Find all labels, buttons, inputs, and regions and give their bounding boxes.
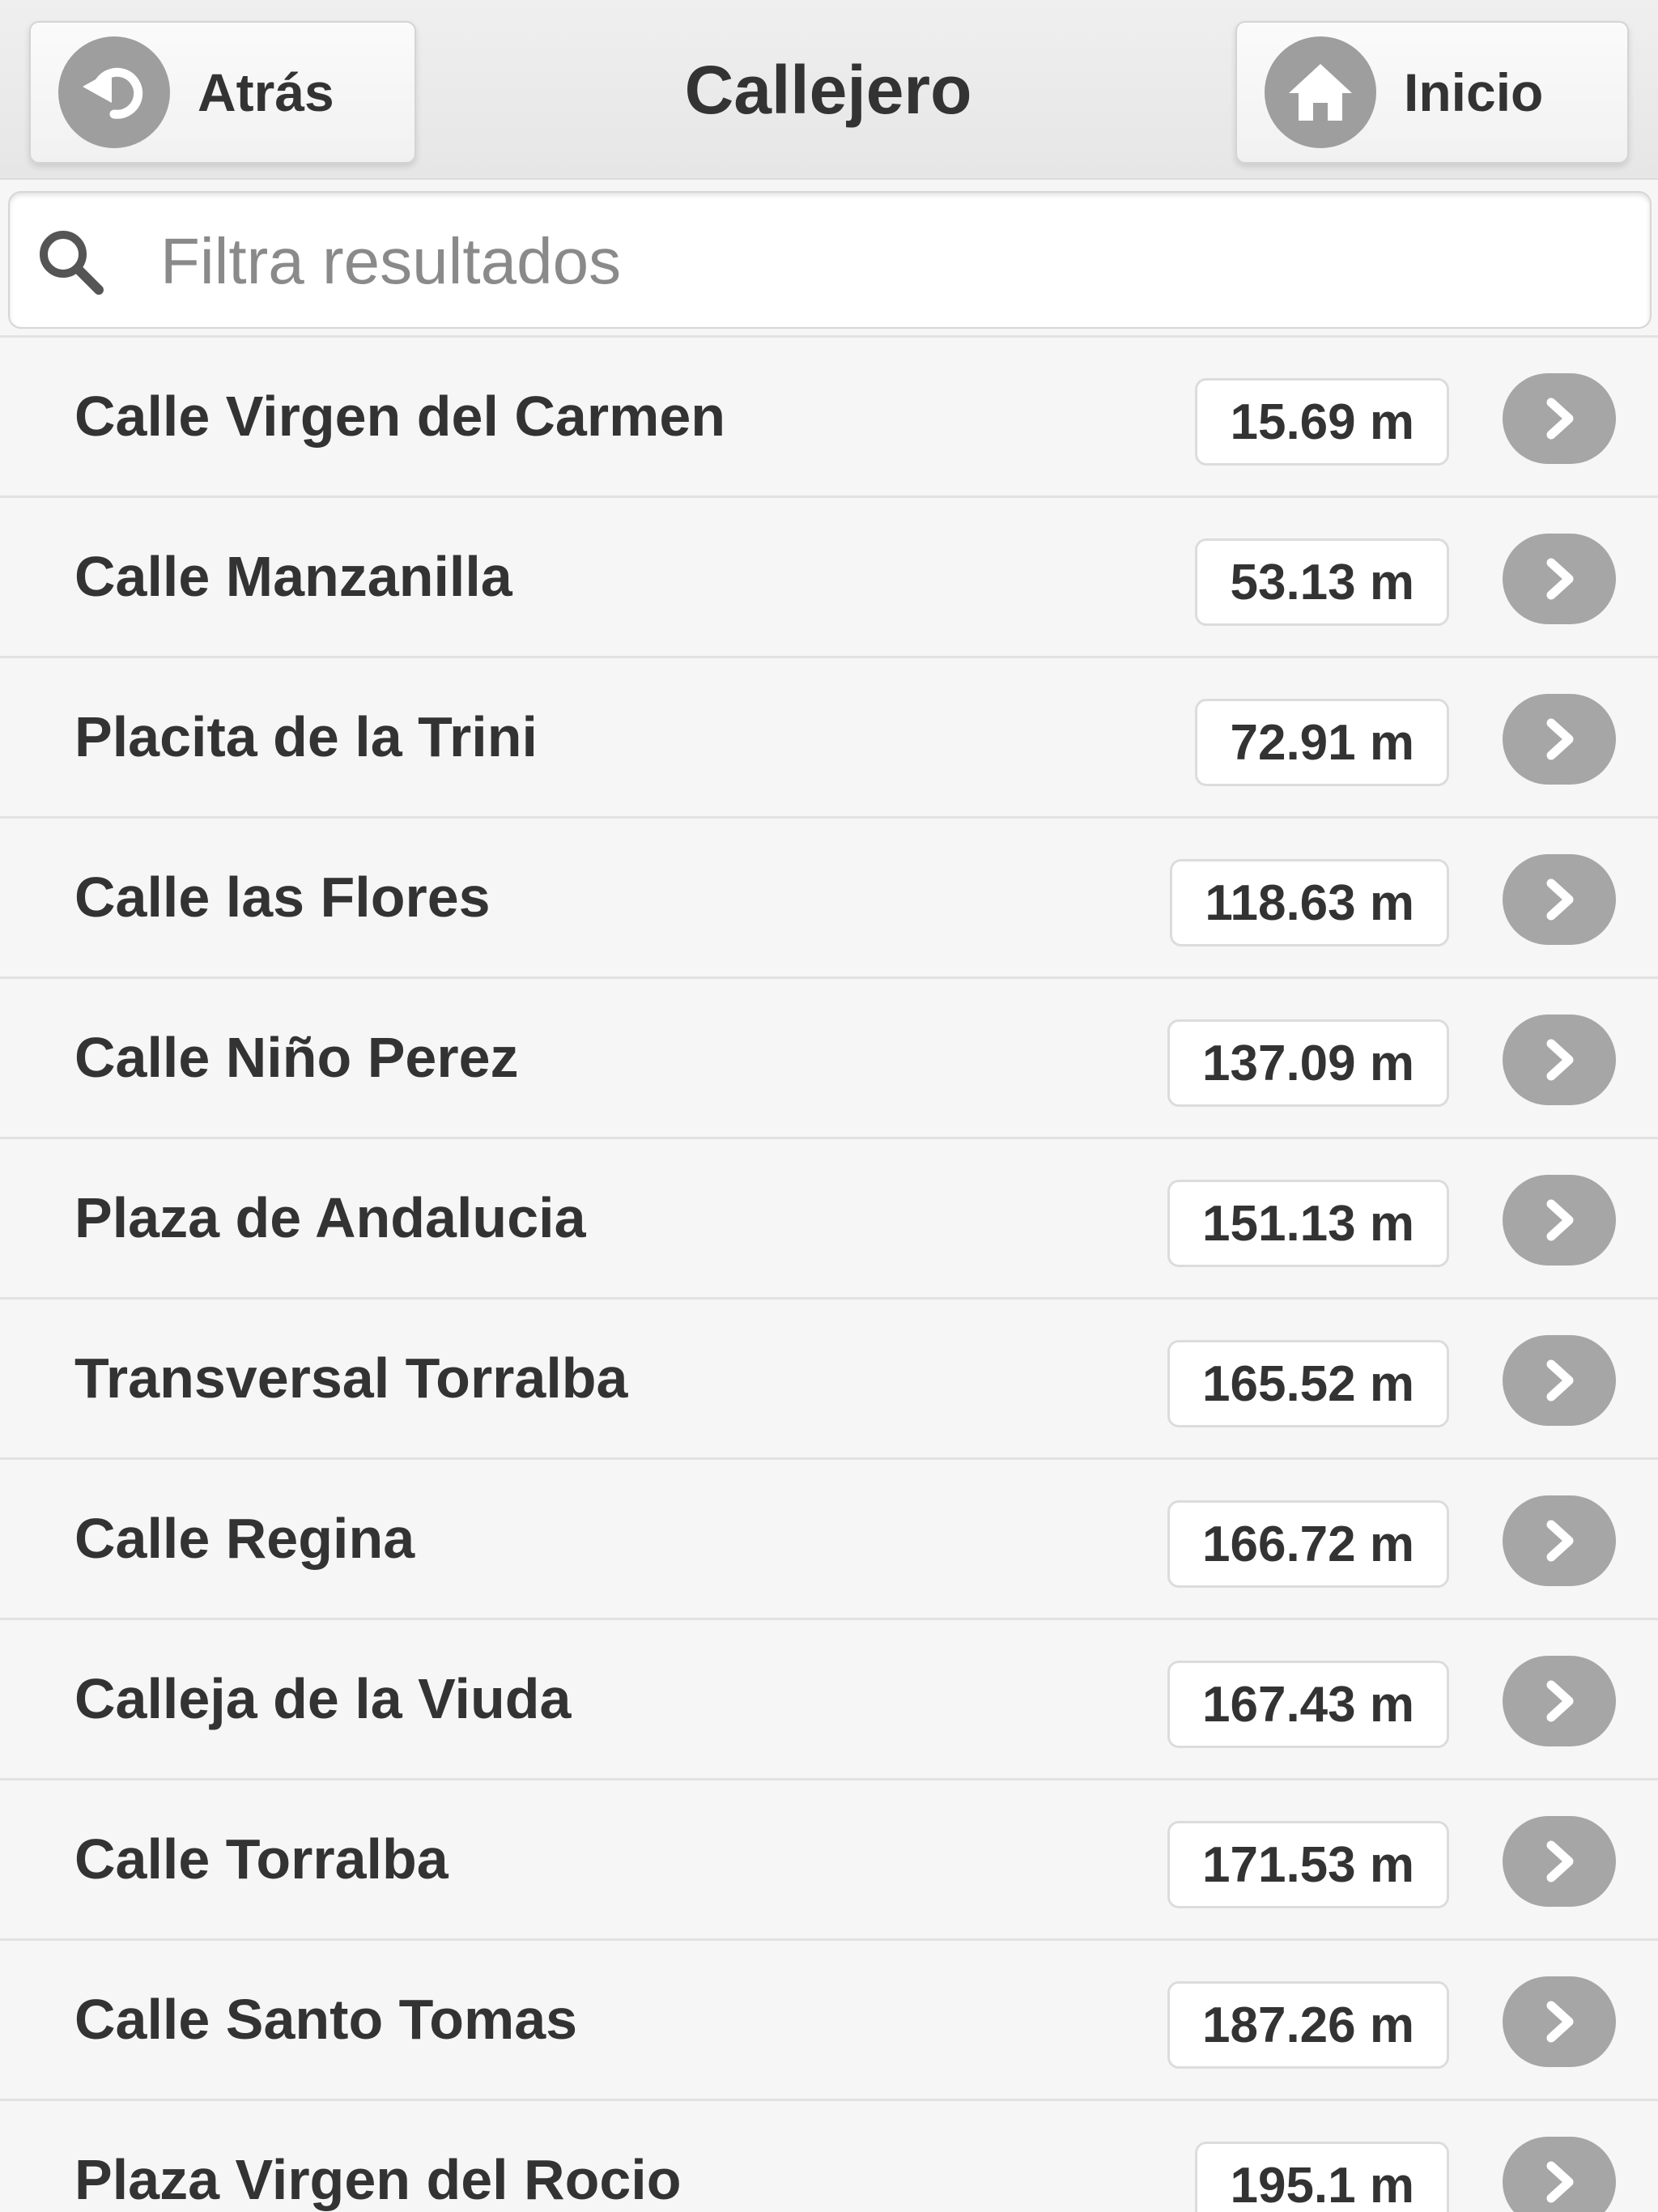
search-bar <box>8 191 1652 329</box>
distance-badge: 167.43 m <box>1167 1661 1449 1748</box>
list-item[interactable]: Plaza Virgen del Rocio 195.1 m <box>0 2101 1658 2212</box>
chevron-right-icon[interactable] <box>1503 534 1616 624</box>
distance-badge: 171.53 m <box>1167 1821 1449 1908</box>
street-name: Plaza Virgen del Rocio <box>74 2148 682 2211</box>
street-list: Calle Virgen del Carmen 15.69 m Calle Ma… <box>0 335 1658 2212</box>
back-button[interactable]: Atrás <box>29 21 416 164</box>
chevron-right-icon[interactable] <box>1503 694 1616 785</box>
street-name: Calle Santo Tomas <box>74 1988 578 2051</box>
header-bar: Atrás Callejero Inicio <box>0 0 1658 180</box>
back-button-label: Atrás <box>198 62 334 122</box>
chevron-right-icon[interactable] <box>1503 373 1616 464</box>
list-item[interactable]: Calle Torralba 171.53 m <box>0 1780 1658 1941</box>
chevron-right-icon[interactable] <box>1503 854 1616 945</box>
distance-badge: 15.69 m <box>1195 378 1449 466</box>
list-item[interactable]: Calle Niño Perez 137.09 m <box>0 979 1658 1139</box>
chevron-right-icon[interactable] <box>1503 1495 1616 1586</box>
list-item[interactable]: Calle Virgen del Carmen 15.69 m <box>0 338 1658 498</box>
list-item[interactable]: Calleja de la Viuda 167.43 m <box>0 1620 1658 1780</box>
distance-badge: 195.1 m <box>1195 2142 1449 2212</box>
distance-badge: 137.09 m <box>1167 1019 1449 1107</box>
list-item[interactable]: Calle las Flores 118.63 m <box>0 819 1658 979</box>
distance-badge: 187.26 m <box>1167 1981 1449 2069</box>
street-name: Calleja de la Viuda <box>74 1667 572 1730</box>
street-name: Plaza de Andalucia <box>74 1186 586 1249</box>
street-name: Calle Manzanilla <box>74 545 512 608</box>
list-item[interactable]: Transversal Torralba 165.52 m <box>0 1300 1658 1460</box>
chevron-right-icon[interactable] <box>1503 1175 1616 1266</box>
street-name: Calle las Flores <box>74 866 491 929</box>
back-arrow-icon <box>58 36 170 148</box>
chevron-right-icon[interactable] <box>1503 2137 1616 2212</box>
street-name: Calle Niño Perez <box>74 1026 519 1089</box>
search-icon <box>34 225 107 298</box>
street-name: Calle Regina <box>74 1507 415 1570</box>
distance-badge: 72.91 m <box>1195 699 1449 786</box>
chevron-right-icon[interactable] <box>1503 1656 1616 1746</box>
street-name: Placita de la Trini <box>74 705 538 768</box>
distance-badge: 165.52 m <box>1167 1340 1449 1427</box>
chevron-right-icon[interactable] <box>1503 1015 1616 1105</box>
home-button-label: Inicio <box>1404 62 1544 122</box>
page-title: Callejero <box>684 52 972 128</box>
chevron-right-icon[interactable] <box>1503 1816 1616 1907</box>
list-item[interactable]: Plaza de Andalucia 151.13 m <box>0 1139 1658 1300</box>
distance-badge: 53.13 m <box>1195 538 1449 626</box>
distance-badge: 118.63 m <box>1170 859 1449 946</box>
home-button[interactable]: Inicio <box>1235 21 1629 164</box>
list-item[interactable]: Calle Regina 166.72 m <box>0 1460 1658 1620</box>
distance-badge: 166.72 m <box>1167 1500 1449 1588</box>
street-name: Transversal Torralba <box>74 1346 628 1410</box>
street-name: Calle Torralba <box>74 1827 449 1891</box>
chevron-right-icon[interactable] <box>1503 1976 1616 2067</box>
street-name: Calle Virgen del Carmen <box>74 385 726 448</box>
search-input[interactable] <box>160 209 1618 314</box>
list-item[interactable]: Calle Santo Tomas 187.26 m <box>0 1941 1658 2101</box>
list-item[interactable]: Calle Manzanilla 53.13 m <box>0 498 1658 658</box>
list-item[interactable]: Placita de la Trini 72.91 m <box>0 658 1658 819</box>
distance-badge: 151.13 m <box>1167 1180 1449 1267</box>
home-icon <box>1265 36 1376 148</box>
chevron-right-icon[interactable] <box>1503 1335 1616 1426</box>
